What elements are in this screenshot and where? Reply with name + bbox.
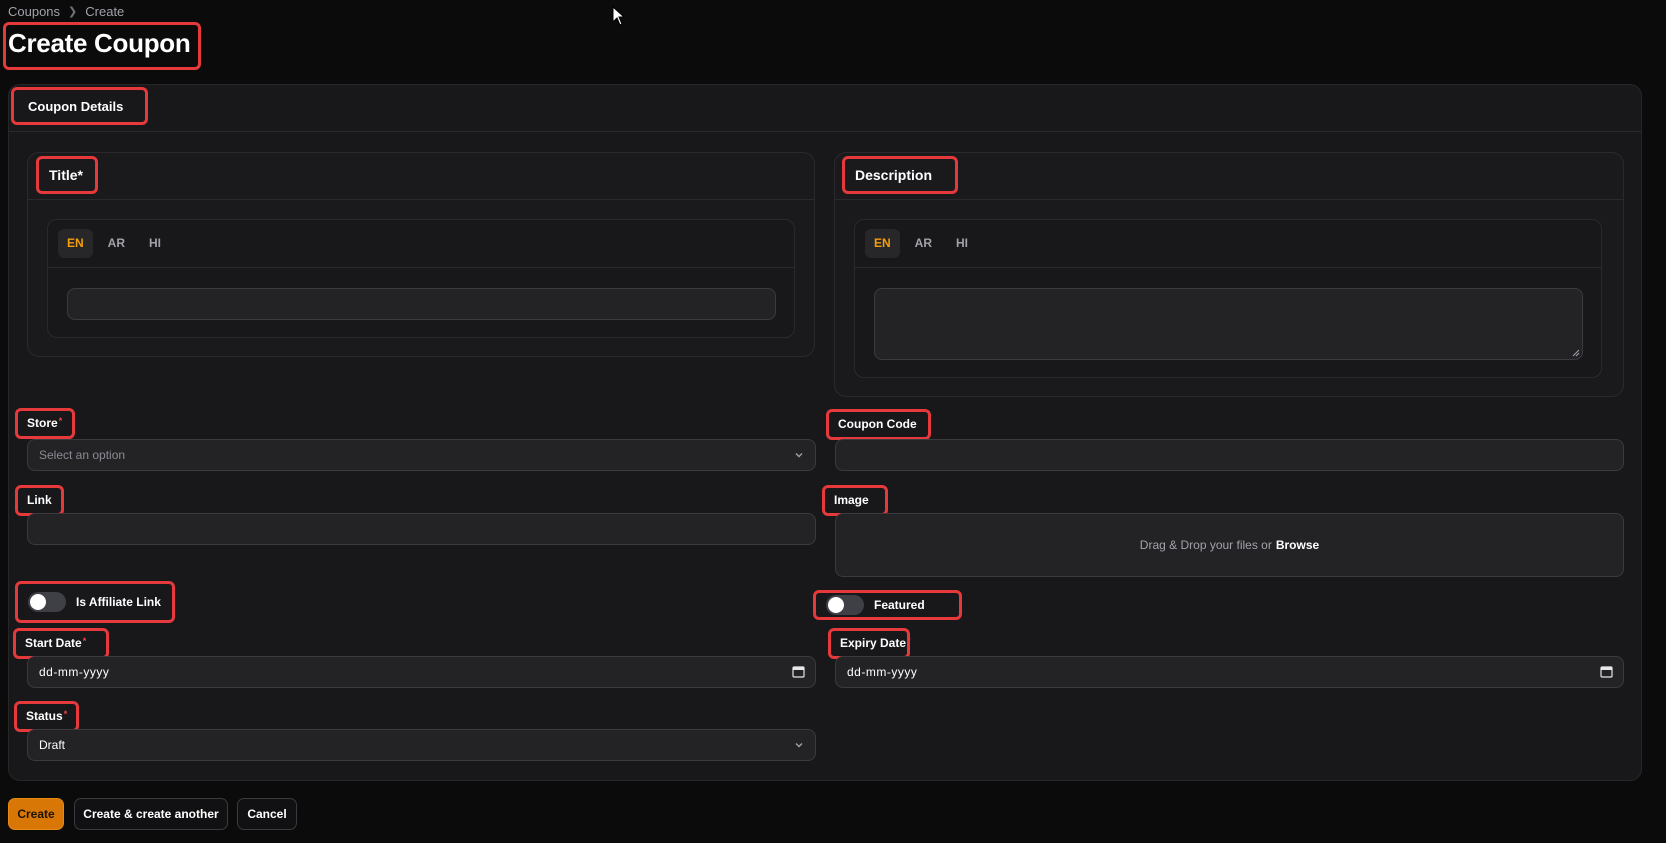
store-select-placeholder: Select an option [39,448,126,462]
chevron-down-icon [795,743,803,748]
resize-handle-icon[interactable] [1572,349,1580,357]
required-mark: * [907,636,911,646]
expiry-date-label: Expiry Date* [828,628,911,659]
expiry-date-placeholder: dd-mm-yyyy [847,665,918,679]
image-dropzone[interactable]: Drag & Drop your files or Browse [835,513,1624,577]
required-mark: * [58,416,63,426]
title-field-label: Title* [36,156,98,194]
link-input[interactable] [27,513,816,545]
tab-description-ar[interactable]: AR [906,229,941,258]
start-date-input[interactable]: dd-mm-yyyy [27,656,816,688]
expiry-date-input[interactable]: dd-mm-yyyy [835,656,1624,688]
create-and-create-another-button[interactable]: Create & create another [74,798,228,830]
description-field-label: Description [842,156,958,194]
title-language-tabs: EN AR HI [47,219,795,338]
start-date-label: Start Date* [13,628,109,659]
breadcrumb-current: Create [85,4,125,19]
affiliate-toggle[interactable] [28,592,66,612]
tab-title-en[interactable]: EN [58,229,93,258]
title-field-card: Title* EN AR HI [27,152,815,357]
tab-description-hi[interactable]: HI [947,229,977,258]
featured-toggle[interactable] [826,595,864,615]
coupon-code-input[interactable] [835,439,1624,471]
start-date-placeholder: dd-mm-yyyy [39,665,110,679]
mouse-cursor-icon [612,6,626,26]
required-mark: * [82,636,87,646]
tab-title-hi[interactable]: HI [140,229,170,258]
chevron-right-icon: ❯ [68,6,78,18]
required-mark: * [63,709,68,719]
affiliate-toggle-field[interactable]: Is Affiliate Link [15,581,175,623]
status-select-value: Draft [39,738,66,752]
description-textarea[interactable] [874,288,1583,360]
store-label: Store* [15,408,75,439]
title-input[interactable] [67,288,776,320]
image-label: Image [822,485,888,516]
chevron-down-icon [795,453,803,458]
toggle-knob [828,597,844,613]
link-label: Link [15,485,64,516]
breadcrumb-coupons-link[interactable]: Coupons [8,4,60,19]
coupon-code-label: Coupon Code [826,409,931,440]
featured-toggle-label: Featured [874,598,925,612]
cancel-button[interactable]: Cancel [237,798,297,830]
section-header: Coupon Details [9,85,1641,132]
calendar-icon[interactable] [792,665,805,678]
affiliate-toggle-label: Is Affiliate Link [76,595,161,609]
calendar-icon[interactable] [1600,665,1613,678]
browse-link[interactable]: Browse [1276,538,1319,552]
section-title: Coupon Details [11,87,148,125]
coupon-details-section: Coupon Details Title* EN AR HI Descripti… [8,84,1642,781]
tab-description-en[interactable]: EN [865,229,900,258]
store-select[interactable]: Select an option [27,439,816,471]
featured-toggle-field[interactable]: Featured [813,590,962,620]
breadcrumb: Coupons ❯ Create [8,4,124,19]
dropzone-text: Drag & Drop your files or [1139,538,1272,552]
page-title: Create Coupon [3,22,201,70]
create-button[interactable]: Create [8,798,64,830]
toggle-knob [30,594,46,610]
tab-title-ar[interactable]: AR [99,229,134,258]
description-language-tabs: EN AR HI [854,219,1602,378]
status-select[interactable]: Draft [27,729,816,761]
status-label: Status* [14,701,79,732]
description-field-card: Description EN AR HI [834,152,1624,397]
